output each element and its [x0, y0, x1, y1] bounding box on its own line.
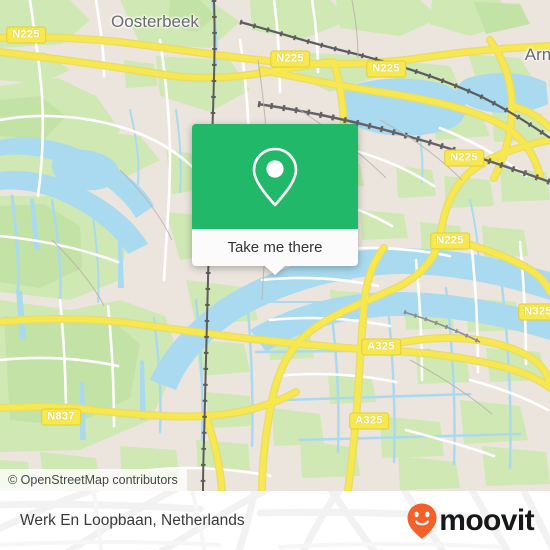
road-shield: N225 [430, 232, 470, 250]
place-label: Arn [524, 45, 550, 64]
road-shield: N225 [444, 149, 484, 167]
place-label: Oosterbeek [111, 12, 199, 31]
footer-bar: Werk En Loopbaan, Netherlands moovit [0, 491, 550, 550]
popup-icon-panel [192, 124, 358, 229]
location-title: Werk En Loopbaan, Netherlands [20, 511, 245, 529]
map-attribution[interactable]: © OpenStreetMap contributors [0, 469, 187, 491]
road-shield: N837 [41, 408, 81, 426]
road-shield: A325 [349, 412, 389, 430]
moovit-smiley-pin-icon [407, 503, 437, 539]
road-shield: N325 [518, 303, 550, 321]
road-shield: N225 [6, 26, 46, 44]
popup-pointer-tail [265, 266, 285, 275]
road-shield: A325 [361, 338, 401, 356]
road-shield: N225 [270, 50, 310, 68]
moovit-brand-logo[interactable]: moovit [406, 502, 535, 540]
road-shield: N225 [366, 60, 406, 78]
map-canvas[interactable]: N225 N225 N225 N225 N225 N325 A325 A325 N837 Oos… [0, 0, 550, 491]
moovit-map-page: N225 N225 N225 N225 N225 N325 A325 A325 N837 Oos… [0, 0, 550, 550]
map-pin-icon [252, 147, 298, 206]
moovit-wordmark: moovit [439, 503, 534, 537]
location-popup-card[interactable]: Take me there [192, 124, 358, 275]
popup-action-bar[interactable]: Take me there [192, 229, 358, 275]
attribution-text: © OpenStreetMap contributors [8, 473, 178, 487]
take-me-there-label: Take me there [227, 239, 323, 256]
